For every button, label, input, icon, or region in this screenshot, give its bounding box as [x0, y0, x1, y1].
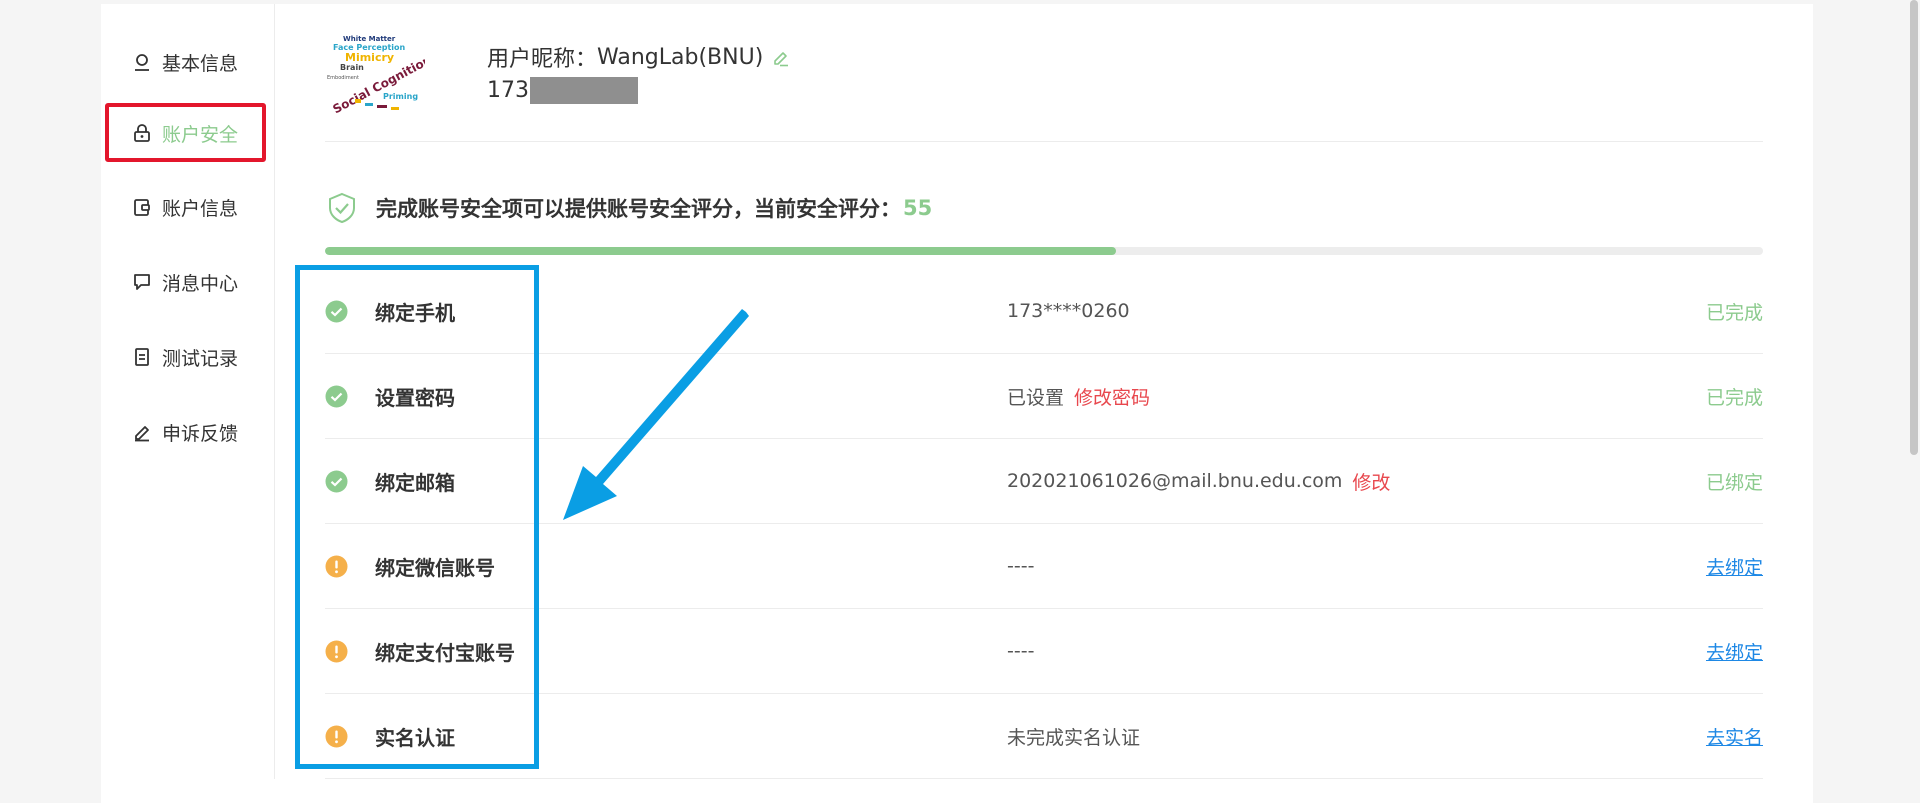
- security-score-row: 完成账号安全项可以提供账号安全评分，当前安全评分： 55: [325, 190, 932, 226]
- change-password-link[interactable]: 修改密码: [1074, 383, 1150, 410]
- message-icon: [130, 270, 154, 294]
- edit-icon: [130, 420, 154, 444]
- page-scrollbar[interactable]: [1910, 0, 1918, 455]
- item-value: 已设置 修改密码: [1007, 383, 1150, 410]
- item-status: 已完成: [1705, 386, 1763, 409]
- security-score-text: 完成账号安全项可以提供账号安全评分，当前安全评分：: [376, 197, 901, 221]
- sidebar-item-account-info[interactable]: 账户信息: [101, 189, 275, 225]
- sidebar-item-label: 申诉反馈: [162, 422, 239, 445]
- item-value-text: 已设置: [1007, 386, 1065, 409]
- item-value: 173****0260: [1007, 300, 1130, 322]
- user-icon: [130, 50, 154, 74]
- security-item-bind-alipay: 绑定支付宝账号 ---- 去绑定: [325, 609, 1763, 694]
- security-item-bind-wechat: 绑定微信账号 ---- 去绑定: [325, 524, 1763, 609]
- avatar-word: Embodiment: [327, 75, 359, 81]
- nickname-value: WangLab(BNU): [597, 44, 764, 70]
- sidebar-item-label: 基本信息: [162, 52, 239, 75]
- sidebar-item-label: 测试记录: [162, 347, 239, 370]
- nickname-prefix: 用户昵称：: [487, 47, 598, 72]
- avatar-word: Brain: [340, 63, 364, 72]
- item-value: ----: [1007, 555, 1034, 577]
- item-value: 未完成实名认证: [1007, 723, 1140, 750]
- main-content: White Matter Face Perception Mimicry Bra…: [325, 4, 1763, 803]
- item-value-text: ----: [1007, 555, 1035, 577]
- divider: [325, 141, 1763, 142]
- sidebar-item-message-center[interactable]: 消息中心: [101, 264, 275, 300]
- item-value-text: 173****0260: [1007, 300, 1130, 322]
- sidebar-item-label: 账户信息: [162, 197, 239, 220]
- avatar-word: Priming: [383, 92, 418, 101]
- avatar[interactable]: White Matter Face Perception Mimicry Bra…: [325, 33, 434, 116]
- item-value: ----: [1007, 640, 1034, 662]
- sidebar-item-basic-info[interactable]: 基本信息: [101, 44, 275, 80]
- document-icon: [130, 345, 154, 369]
- security-item-bind-phone: 绑定手机 173****0260 已完成: [325, 269, 1763, 354]
- security-items-list: 绑定手机 173****0260 已完成 设置密码 已设置 修改密码 已完成 绑…: [325, 269, 1763, 779]
- bind-alipay-link[interactable]: 去绑定: [1706, 638, 1763, 665]
- security-progress-fill: [325, 247, 1116, 255]
- bind-wechat-link[interactable]: 去绑定: [1706, 553, 1763, 580]
- pencil-icon[interactable]: [771, 47, 791, 67]
- wallet-icon: [130, 195, 154, 219]
- annotation-blue-box: [295, 265, 539, 769]
- shield-check-icon: [325, 191, 359, 225]
- item-value: 202021061026@mail.bnu.edu.com 修改: [1007, 468, 1390, 495]
- phone-row: 173: [487, 77, 638, 104]
- nickname-row: 用户昵称： WangLab(BNU): [487, 41, 791, 73]
- real-name-link[interactable]: 去实名: [1706, 723, 1763, 750]
- phone-prefix: 173: [487, 78, 529, 103]
- item-value-text: ----: [1007, 640, 1035, 662]
- security-item-real-name: 实名认证 未完成实名认证 去实名: [325, 694, 1763, 779]
- item-value-text: 202021061026@mail.bnu.edu.com: [1007, 470, 1343, 492]
- phone-redaction: [530, 77, 638, 104]
- item-status: 已绑定: [1705, 471, 1763, 494]
- security-progress-bar: [325, 247, 1763, 255]
- change-email-link[interactable]: 修改: [1352, 468, 1390, 495]
- item-status: 已完成: [1705, 301, 1763, 324]
- security-item-set-password: 设置密码 已设置 修改密码 已完成: [325, 354, 1763, 439]
- avatar-word: White Matter: [343, 35, 396, 43]
- annotation-red-box: [105, 103, 266, 162]
- sidebar-item-label: 消息中心: [162, 272, 239, 295]
- item-value-text: 未完成实名认证: [1007, 726, 1141, 749]
- security-score-value: 55: [903, 196, 933, 220]
- sidebar-item-appeal-feedback[interactable]: 申诉反馈: [101, 414, 275, 450]
- annotation-arrow-icon: [563, 309, 749, 520]
- security-item-bind-email: 绑定邮箱 202021061026@mail.bnu.edu.com 修改 已绑…: [325, 439, 1763, 524]
- sidebar-item-test-records[interactable]: 测试记录: [101, 339, 275, 375]
